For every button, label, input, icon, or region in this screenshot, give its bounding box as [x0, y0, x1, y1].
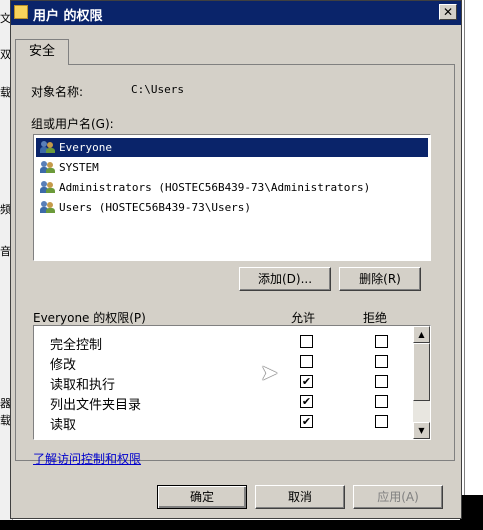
group-user-list[interactable]: Everyone SYSTEM Administrators (HOSTEC56…: [33, 134, 431, 261]
list-item-system[interactable]: SYSTEM: [36, 158, 99, 177]
allow-checkbox[interactable]: [300, 355, 313, 368]
allow-checkbox[interactable]: [300, 335, 313, 348]
permission-row: 列出文件夹目录 ✔: [34, 392, 410, 413]
background-text: 载: [0, 86, 10, 99]
ok-button[interactable]: 确定: [157, 485, 247, 509]
permission-row: 读取 ✔: [34, 412, 410, 433]
list-item-label: Everyone: [59, 141, 112, 154]
background-text: 频: [0, 203, 10, 216]
list-item-administrators[interactable]: Administrators (HOSTEC56B439-73\Administ…: [36, 178, 370, 197]
permissions-list: 完全控制 修改 读取和执行 ✔ 列出文件夹目录 ✔ 读取 ✔ ▲ ▼: [33, 325, 431, 440]
taskbar: [0, 520, 483, 530]
list-item-label: Users (HOSTEC56B439-73\Users): [59, 201, 252, 214]
background-text: 载: [0, 414, 10, 427]
background-text: 文: [0, 12, 10, 25]
background-window-right: [464, 0, 483, 495]
users-group-icon: [40, 201, 56, 213]
list-item-everyone[interactable]: Everyone: [36, 138, 428, 157]
permission-row: 修改: [34, 352, 410, 373]
permission-name: 读取和执行: [50, 378, 116, 393]
group-users-label: 组或用户名(G):: [31, 117, 114, 131]
allow-checkbox[interactable]: ✔: [300, 395, 313, 408]
permissions-header: Everyone 的权限(P): [33, 311, 146, 325]
tab-security[interactable]: 安全: [15, 39, 69, 65]
permissions-dialog: 用户 的权限 ✕ 安全 对象名称: C:\Users 组或用户名(G): Eve…: [10, 0, 462, 519]
dialog-title: 用户 的权限: [33, 9, 103, 24]
permission-name: 读取: [50, 418, 77, 433]
deny-checkbox[interactable]: [375, 335, 388, 348]
list-item-label: SYSTEM: [59, 161, 99, 174]
scroll-up-icon[interactable]: ▲: [413, 326, 430, 343]
scroll-down-icon[interactable]: ▼: [413, 422, 430, 439]
object-name-label: 对象名称:: [31, 85, 84, 99]
folder-icon: [14, 5, 28, 19]
vertical-scrollbar[interactable]: ▲ ▼: [413, 326, 430, 439]
title-bar[interactable]: 用户 的权限 ✕: [11, 1, 461, 25]
users-group-icon: [40, 161, 56, 173]
cancel-button[interactable]: 取消: [255, 485, 345, 509]
apply-button[interactable]: 应用(A): [353, 485, 443, 509]
deny-checkbox[interactable]: [375, 415, 388, 428]
background-text: 器: [0, 397, 10, 410]
add-button[interactable]: 添加(D)...: [239, 267, 331, 291]
scroll-thumb[interactable]: [413, 343, 430, 401]
object-name-value: C:\Users: [131, 83, 184, 96]
background-text: 双: [0, 48, 10, 61]
allow-checkbox[interactable]: ✔: [300, 415, 313, 428]
allow-column-header: 允许: [291, 311, 316, 325]
permission-row: 读取和执行 ✔: [34, 372, 410, 393]
list-item-users[interactable]: Users (HOSTEC56B439-73\Users): [36, 198, 251, 217]
deny-column-header: 拒绝: [363, 311, 388, 325]
learn-access-control-link[interactable]: 了解访问控制和权限: [33, 450, 141, 467]
deny-checkbox[interactable]: [375, 395, 388, 408]
permission-name: 列出文件夹目录: [50, 398, 142, 413]
background-text: 音: [0, 245, 10, 258]
allow-checkbox[interactable]: ✔: [300, 375, 313, 388]
users-group-icon: [40, 141, 56, 153]
mouse-pointer-icon: ➤: [260, 361, 279, 386]
close-button[interactable]: ✕: [439, 4, 457, 20]
deny-checkbox[interactable]: [375, 355, 388, 368]
users-group-icon: [40, 181, 56, 193]
list-item-label: Administrators (HOSTEC56B439-73\Administ…: [59, 181, 371, 194]
permission-row: 完全控制: [34, 332, 410, 353]
permission-name: 完全控制: [50, 338, 103, 353]
remove-button[interactable]: 删除(R): [339, 267, 421, 291]
permission-name: 修改: [50, 358, 77, 373]
deny-checkbox[interactable]: [375, 375, 388, 388]
